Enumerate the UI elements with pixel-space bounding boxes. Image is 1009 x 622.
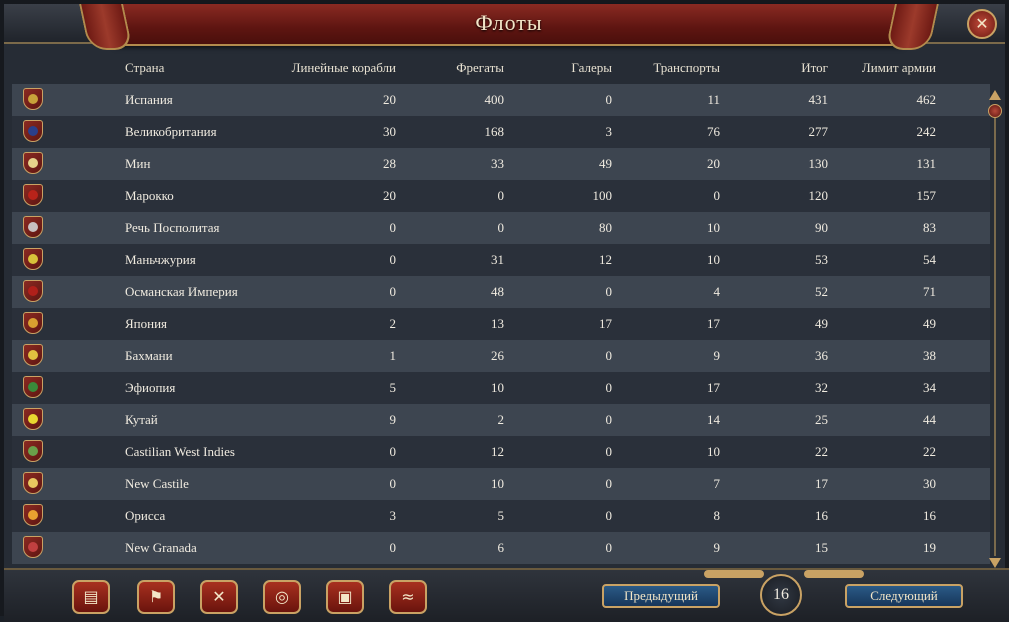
cell-army-limit: 462: [916, 92, 937, 107]
bottom-toolbar: ▤ ⚑ ✕ ◎ ▣ ≈ Предыдущий 16 Следующий: [4, 568, 1009, 622]
flourish-left: [704, 570, 764, 578]
scrollbar[interactable]: [987, 90, 1003, 568]
cell-army-limit: 34: [923, 380, 936, 395]
cell-army-limit: 71: [923, 284, 936, 299]
table-row[interactable]: New Granada 0 6 0 9 15 19: [12, 532, 990, 564]
scroll-track: [994, 108, 996, 556]
cell-army-limit: 44: [923, 412, 936, 427]
cell-army-limit: 242: [916, 124, 937, 139]
ledger-icon: ▤: [83, 587, 99, 606]
table-row[interactable]: Кутай 9 2 0 14 25 44: [12, 404, 990, 436]
title-banner: Флоты: [79, 4, 939, 50]
header-army-limit[interactable]: Лимит армии: [12, 60, 936, 76]
trade-button[interactable]: ▣: [326, 580, 364, 614]
table-row[interactable]: Османская Империя 0 48 0 4 52 71: [12, 276, 990, 308]
table-row[interactable]: Castilian West Indies 0 12 0 10 22 22: [12, 436, 990, 468]
cell-army-limit: 49: [923, 316, 936, 331]
cell-army-limit: 83: [923, 220, 936, 235]
table-row[interactable]: Эфиопия 5 10 0 17 32 34: [12, 372, 990, 404]
table-row[interactable]: Великобритания 30 168 3 76 277 242: [12, 116, 990, 148]
cell-army-limit: 131: [916, 156, 937, 171]
table-row[interactable]: Речь Посполитая 0 0 80 10 90 83: [12, 212, 990, 244]
table-row[interactable]: Испания 20 400 0 11 431 462: [12, 84, 990, 116]
scroll-down-icon[interactable]: [989, 558, 1001, 568]
previous-button[interactable]: Предыдущий: [602, 584, 720, 608]
flag-icon: ⚑: [148, 587, 164, 606]
table-header: Страна Линейные корабли Фрегаты Галеры Т…: [12, 50, 992, 84]
window-title: Флоты: [475, 10, 543, 35]
table-row[interactable]: Марокко 20 0 100 0 120 157: [12, 180, 990, 212]
cell-army-limit: 16: [923, 508, 936, 523]
table-row[interactable]: Бахмани 1 26 0 9 36 38: [12, 340, 990, 372]
cell-army-limit: 38: [923, 348, 936, 363]
page-number: 16: [760, 574, 802, 616]
diplomacy-button[interactable]: ≈: [389, 580, 427, 614]
trade-goods-icon: ▣: [337, 587, 353, 606]
next-button[interactable]: Следующий: [845, 584, 963, 608]
coins-icon: ◎: [275, 587, 289, 606]
scroll-thumb[interactable]: [988, 104, 1002, 118]
table-row[interactable]: Орисса 3 5 0 8 16 16: [12, 500, 990, 532]
scroll-up-icon[interactable]: [989, 90, 1001, 100]
close-button[interactable]: ✕: [967, 9, 997, 39]
ledger-button[interactable]: ▤: [72, 580, 110, 614]
table-row[interactable]: Япония 2 13 17 17 49 49: [12, 308, 990, 340]
cell-army-limit: 22: [923, 444, 936, 459]
flourish-right: [804, 570, 864, 578]
cell-army-limit: 54: [923, 252, 936, 267]
crossed-swords-icon: ✕: [212, 587, 226, 606]
cell-army-limit: 19: [923, 540, 936, 555]
table-row[interactable]: Маньчжурия 0 31 12 10 53 54: [12, 244, 990, 276]
handshake-icon: ≈: [401, 587, 415, 606]
cell-army-limit: 30: [923, 476, 936, 491]
economy-button[interactable]: ◎: [263, 580, 301, 614]
fleets-table: Страна Линейные корабли Фрегаты Галеры Т…: [12, 50, 1007, 568]
table-row[interactable]: New Castile 0 10 0 7 17 30: [12, 468, 990, 500]
cell-army-limit: 157: [916, 188, 937, 203]
fleets-window: ✕ Флоты Страна Линейные корабли Фрегаты …: [0, 0, 1009, 622]
table-row[interactable]: Мин 28 33 49 20 130 131: [12, 148, 990, 180]
military-button[interactable]: ✕: [200, 580, 238, 614]
close-icon: ✕: [975, 14, 989, 33]
flag-button[interactable]: ⚑: [137, 580, 175, 614]
